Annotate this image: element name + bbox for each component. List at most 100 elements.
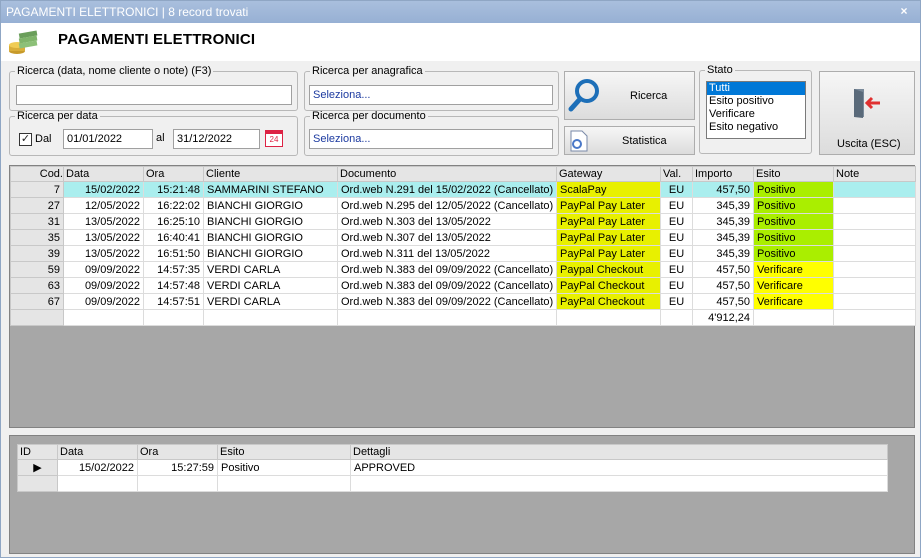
payments-table: Cod. Data Ora Cliente Documento Gateway … <box>10 166 916 326</box>
row-pointer-icon: ▶ <box>17 459 58 476</box>
cell-cliente: BIANCHI GIORGIO <box>203 229 338 246</box>
cell-esito: Verificare <box>753 277 834 294</box>
empty-cell <box>203 309 338 326</box>
date-label: Ricerca per data <box>17 110 98 122</box>
col-header[interactable]: ID <box>17 444 58 460</box>
cell-note <box>833 245 916 262</box>
empty-cell <box>137 475 218 492</box>
cell-data: 15/02/2022 <box>63 181 144 198</box>
col-header[interactable]: Documento <box>337 166 557 182</box>
document-select[interactable]: Seleziona... <box>309 129 553 149</box>
col-header[interactable]: Val. <box>660 166 693 182</box>
details-grid[interactable]: ID Data Ora Esito Dettagli ▶ 15/02/2022 … <box>9 435 915 554</box>
cell-val: EU <box>660 245 693 262</box>
table-row[interactable]: 27 12/05/2022 16:22:02 BIANCHI GIORGIO Ord.w… <box>10 197 916 214</box>
cell-cliente: VERDI CARLA <box>203 277 338 294</box>
close-icon[interactable]: × <box>896 3 912 19</box>
cell-data: 13/05/2022 <box>63 229 144 246</box>
table-row[interactable]: 63 09/09/2022 14:57:48 VERDI CARLA Ord.web N… <box>10 277 916 294</box>
table-row-new[interactable] <box>17 475 888 492</box>
col-header[interactable]: Cliente <box>203 166 338 182</box>
anagrafica-select[interactable]: Seleziona... <box>309 85 553 105</box>
col-header[interactable]: Data <box>57 444 138 460</box>
calendar-icon[interactable]: 24 <box>265 130 283 147</box>
col-header[interactable]: Importo <box>692 166 754 182</box>
col-header[interactable]: Gateway <box>556 166 661 182</box>
table-row[interactable]: ▶ 15/02/2022 15:27:59 Positivo APPROVED <box>17 459 888 476</box>
row-header <box>17 475 58 492</box>
cell-gateway: PayPal Pay Later <box>556 213 661 230</box>
col-header[interactable]: Data <box>63 166 144 182</box>
payments-grid[interactable]: Cod. Data Ora Cliente Documento Gateway … <box>9 165 916 428</box>
date-from-input[interactable]: 01/01/2022 <box>63 129 153 149</box>
table-row[interactable]: 67 09/09/2022 14:57:51 VERDI CARLA Ord.web N… <box>10 293 916 310</box>
empty-cell <box>143 309 204 326</box>
col-header[interactable]: Ora <box>137 444 218 460</box>
cell-ora: 15:27:59 <box>137 459 218 476</box>
table-row[interactable]: 59 09/09/2022 14:57:35 VERDI CARLA Ord.web N… <box>10 261 916 278</box>
stato-option-positivo[interactable]: Esito positivo <box>707 95 805 108</box>
stato-option-negativo[interactable]: Esito negativo <box>707 121 805 134</box>
cell-esito: Positivo <box>753 245 834 262</box>
details-table: ID Data Ora Esito Dettagli ▶ 15/02/2022 … <box>17 444 888 492</box>
cell-cod: 7 <box>10 181 64 198</box>
cell-val: EU <box>660 261 693 278</box>
search-button[interactable]: Ricerca <box>564 71 695 120</box>
al-label: al <box>156 132 165 144</box>
dal-checkbox[interactable]: ✓ <box>19 133 32 146</box>
cell-dettagli: APPROVED <box>350 459 888 476</box>
exit-button[interactable]: Uscita (ESC) <box>819 71 915 155</box>
table-row[interactable]: 39 13/05/2022 16:51:50 BIANCHI GIORGIO Ord.w… <box>10 245 916 262</box>
cell-data: 09/09/2022 <box>63 277 144 294</box>
cell-val: EU <box>660 229 693 246</box>
col-header[interactable]: Dettagli <box>350 444 888 460</box>
col-header[interactable]: Ora <box>143 166 204 182</box>
title-bar: PAGAMENTI ELETTRONICI | 8 record trovati… <box>1 1 920 23</box>
search-button-label: Ricerca <box>630 90 668 102</box>
cell-data: 09/09/2022 <box>63 261 144 278</box>
cell-doc: Ord.web N.295 del 12/05/2022 (Cancellato… <box>337 197 557 214</box>
table-row[interactable]: 7 15/02/2022 15:21:48 SAMMARINI STEFANO Ord.… <box>10 181 916 198</box>
app-window: PAGAMENTI ELETTRONICI | 8 record trovati… <box>0 0 921 558</box>
cell-note <box>833 261 916 278</box>
cell-val: EU <box>660 213 693 230</box>
col-header[interactable]: Esito <box>217 444 351 460</box>
statistics-button[interactable]: Statistica <box>564 126 695 155</box>
cell-gateway: PayPal Pay Later <box>556 197 661 214</box>
cell-ora: 16:25:10 <box>143 213 204 230</box>
cell-cliente: VERDI CARLA <box>203 261 338 278</box>
cell-cliente: VERDI CARLA <box>203 293 338 310</box>
cell-note <box>833 213 916 230</box>
empty-cell <box>337 309 557 326</box>
col-header[interactable]: Note <box>833 166 916 182</box>
cell-doc: Ord.web N.307 del 13/05/2022 <box>337 229 557 246</box>
empty-cell <box>10 309 64 326</box>
table-row[interactable]: 35 13/05/2022 16:40:41 BIANCHI GIORGIO Ord.w… <box>10 229 916 246</box>
statistics-doc-icon <box>570 130 588 152</box>
document-label: Ricerca per documento <box>312 110 426 122</box>
cell-val: EU <box>660 277 693 294</box>
page-header: PAGAMENTI ELETTRONICI <box>1 23 920 61</box>
stato-option-verificare[interactable]: Verificare <box>707 108 805 121</box>
exit-button-label: Uscita (ESC) <box>837 138 901 150</box>
cell-data: 09/09/2022 <box>63 293 144 310</box>
cell-data: 13/05/2022 <box>63 245 144 262</box>
cell-val: EU <box>660 181 693 198</box>
cell-importo: 345,39 <box>692 197 754 214</box>
date-to-input[interactable]: 31/12/2022 <box>173 129 260 149</box>
col-header[interactable]: Esito <box>753 166 834 182</box>
empty-cell <box>753 309 834 326</box>
cell-doc: Ord.web N.311 del 13/05/2022 <box>337 245 557 262</box>
cell-gateway: PayPal Checkout <box>556 277 661 294</box>
stato-listbox[interactable]: Tutti Esito positivo Verificare Esito ne… <box>706 81 806 139</box>
cell-esito: Positivo <box>753 181 834 198</box>
table-row[interactable]: 31 13/05/2022 16:25:10 BIANCHI GIORGIO Ord.w… <box>10 213 916 230</box>
cell-cliente: BIANCHI GIORGIO <box>203 245 338 262</box>
cell-esito: Positivo <box>753 229 834 246</box>
cell-esito: Verificare <box>753 293 834 310</box>
stato-option-tutti[interactable]: Tutti <box>707 82 805 95</box>
col-header[interactable]: Cod. <box>10 166 64 182</box>
search-input[interactable] <box>16 85 292 105</box>
empty-cell <box>63 309 144 326</box>
cell-esito: Verificare <box>753 261 834 278</box>
